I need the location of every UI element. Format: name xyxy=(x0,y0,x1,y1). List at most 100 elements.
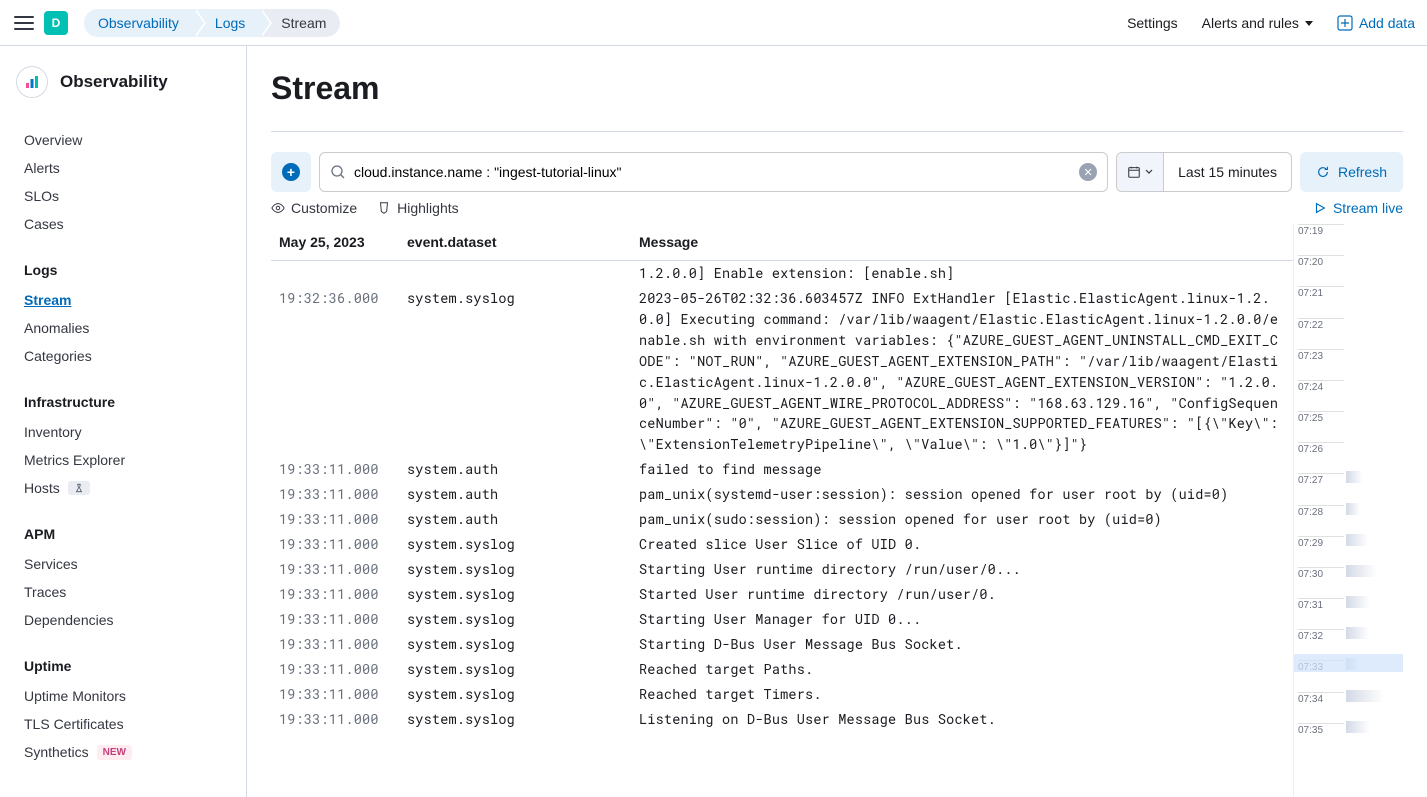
sidebar-item-services[interactable]: Services xyxy=(0,550,246,578)
sidebar-item-overview[interactable]: Overview xyxy=(0,126,246,154)
sidebar-item-categories[interactable]: Categories xyxy=(0,342,246,370)
sidebar-item-synthetics[interactable]: SyntheticsNEW xyxy=(0,738,246,766)
hamburger-menu-icon[interactable] xyxy=(12,11,36,35)
settings-link[interactable]: Settings xyxy=(1127,15,1178,31)
minimap-tick: 07:24 xyxy=(1298,380,1344,393)
log-message: 2023-05-26T02:32:36.603457Z INFO ExtHand… xyxy=(639,288,1285,455)
refresh-button[interactable]: Refresh xyxy=(1300,152,1403,192)
sidebar-item-alerts[interactable]: Alerts xyxy=(0,154,246,182)
minimap[interactable]: 07:1907:2007:2107:2207:2307:2407:2507:26… xyxy=(1293,224,1403,797)
plus-icon: + xyxy=(282,163,300,181)
log-message: failed to find message xyxy=(639,459,1285,480)
sidebar-item-hosts[interactable]: Hosts xyxy=(0,474,246,502)
table-body[interactable]: 1.2.0.0] Enable extension: [enable.sh]19… xyxy=(271,261,1293,797)
minimap-tick: 07:27 xyxy=(1298,473,1344,486)
minimap-highlight xyxy=(1294,654,1403,672)
chevron-down-icon xyxy=(1145,168,1153,176)
sidebar-item-traces[interactable]: Traces xyxy=(0,578,246,606)
customize-button[interactable]: Customize xyxy=(271,200,357,216)
log-time: 19:33:11.000 xyxy=(279,484,407,505)
breadcrumb-observability[interactable]: Observability xyxy=(84,9,195,37)
table-row[interactable]: 1.2.0.0] Enable extension: [enable.sh] xyxy=(271,261,1293,286)
table-row[interactable]: 19:33:11.000system.syslogStarted User ru… xyxy=(271,582,1293,607)
add-filter-button[interactable]: + xyxy=(271,152,311,192)
date-picker-icon[interactable] xyxy=(1117,153,1164,191)
sidebar-item-slos[interactable]: SLOs xyxy=(0,182,246,210)
log-dataset: system.syslog xyxy=(407,288,639,455)
add-data-link[interactable]: Add data xyxy=(1337,15,1415,31)
sidebar-item-stream[interactable]: Stream xyxy=(0,286,246,314)
minimap-tick: 07:26 xyxy=(1298,442,1344,455)
table-row[interactable]: 19:33:11.000system.authpam_unix(systemd-… xyxy=(271,482,1293,507)
log-message: Starting User Manager for UID 0... xyxy=(639,609,1285,630)
log-message: Reached target Paths. xyxy=(639,659,1285,680)
log-message: Started User runtime directory /run/user… xyxy=(639,584,1285,605)
observability-icon xyxy=(16,66,48,98)
table-row[interactable]: 19:33:11.000system.syslogCreated slice U… xyxy=(271,532,1293,557)
beta-badge xyxy=(68,481,90,495)
minimap-bar xyxy=(1346,721,1370,733)
deployment-badge[interactable]: D xyxy=(44,11,68,35)
table-row[interactable]: 19:33:11.000system.syslogReached target … xyxy=(271,682,1293,707)
log-dataset: system.syslog xyxy=(407,684,639,705)
log-message: Created slice User Slice of UID 0. xyxy=(639,534,1285,555)
nav-group-label: Infrastructure xyxy=(0,386,246,418)
highlights-button[interactable]: Highlights xyxy=(377,200,458,216)
minimap-tick: 07:23 xyxy=(1298,349,1344,362)
date-range-label[interactable]: Last 15 minutes xyxy=(1164,164,1291,180)
table-wrap: May 25, 2023 event.dataset Message 1.2.0… xyxy=(271,224,1403,797)
search-box[interactable]: ✕ xyxy=(319,152,1108,192)
table-row[interactable]: 19:33:11.000system.syslogStarting D-Bus … xyxy=(271,632,1293,657)
table-row[interactable]: 19:33:11.000system.authfailed to find me… xyxy=(271,457,1293,482)
log-time: 19:33:11.000 xyxy=(279,584,407,605)
log-time: 19:33:11.000 xyxy=(279,684,407,705)
date-picker[interactable]: Last 15 minutes xyxy=(1116,152,1292,192)
sidebar-item-metrics-explorer[interactable]: Metrics Explorer xyxy=(0,446,246,474)
table-row[interactable]: 19:33:11.000system.syslogListening on D-… xyxy=(271,707,1293,732)
log-time: 19:33:11.000 xyxy=(279,609,407,630)
page-title: Stream xyxy=(271,70,1403,132)
toolbar-left: Customize Highlights xyxy=(271,200,459,216)
minimap-tick: 07:31 xyxy=(1298,598,1344,611)
search-input[interactable] xyxy=(354,164,1071,180)
log-dataset: system.auth xyxy=(407,509,639,530)
log-dataset: system.syslog xyxy=(407,659,639,680)
nav-group-label: Uptime xyxy=(0,650,246,682)
minimap-bar xyxy=(1346,596,1370,608)
log-time: 19:33:11.000 xyxy=(279,559,407,580)
app-header: D Observability Logs Stream Settings Ale… xyxy=(0,0,1427,46)
sidebar-title: Observability xyxy=(0,66,246,118)
log-message: Starting D-Bus User Message Bus Socket. xyxy=(639,634,1285,655)
nav-group-label: APM xyxy=(0,518,246,550)
log-dataset: system.syslog xyxy=(407,609,639,630)
table-row[interactable]: 19:33:11.000system.syslogStarting User r… xyxy=(271,557,1293,582)
sidebar-item-dependencies[interactable]: Dependencies xyxy=(0,606,246,634)
log-message: Listening on D-Bus User Message Bus Sock… xyxy=(639,709,1285,730)
table-row[interactable]: 19:33:11.000system.syslogStarting User M… xyxy=(271,607,1293,632)
minimap-tick: 07:25 xyxy=(1298,411,1344,424)
log-table: May 25, 2023 event.dataset Message 1.2.0… xyxy=(271,224,1293,797)
col-header-dataset: event.dataset xyxy=(407,234,639,250)
calendar-icon xyxy=(1127,165,1141,179)
sidebar-item-cases[interactable]: Cases xyxy=(0,210,246,238)
alerts-rules-dropdown[interactable]: Alerts and rules xyxy=(1202,15,1313,31)
sidebar-item-tls-certificates[interactable]: TLS Certificates xyxy=(0,710,246,738)
log-time: 19:33:11.000 xyxy=(279,459,407,480)
log-message: pam_unix(sudo:session): session opened f… xyxy=(639,509,1285,530)
log-time: 19:33:11.000 xyxy=(279,534,407,555)
sidebar-item-uptime-monitors[interactable]: Uptime Monitors xyxy=(0,682,246,710)
breadcrumb-stream: Stream xyxy=(261,9,340,37)
table-row[interactable]: 19:33:11.000system.syslogReached target … xyxy=(271,657,1293,682)
table-row[interactable]: 19:33:11.000system.authpam_unix(sudo:ses… xyxy=(271,507,1293,532)
log-time: 19:33:11.000 xyxy=(279,509,407,530)
table-row[interactable]: 19:32:36.000system.syslog2023-05-26T02:3… xyxy=(271,286,1293,457)
eye-icon xyxy=(271,201,285,215)
sidebar-item-anomalies[interactable]: Anomalies xyxy=(0,314,246,342)
stream-live-button[interactable]: Stream live xyxy=(1313,200,1403,216)
minimap-tick: 07:28 xyxy=(1298,505,1344,518)
log-message: Reached target Timers. xyxy=(639,684,1285,705)
minimap-tick: 07:34 xyxy=(1298,692,1344,705)
clear-search-icon[interactable]: ✕ xyxy=(1079,163,1097,181)
sidebar-item-inventory[interactable]: Inventory xyxy=(0,418,246,446)
header-right: Settings Alerts and rules Add data xyxy=(1127,15,1415,31)
